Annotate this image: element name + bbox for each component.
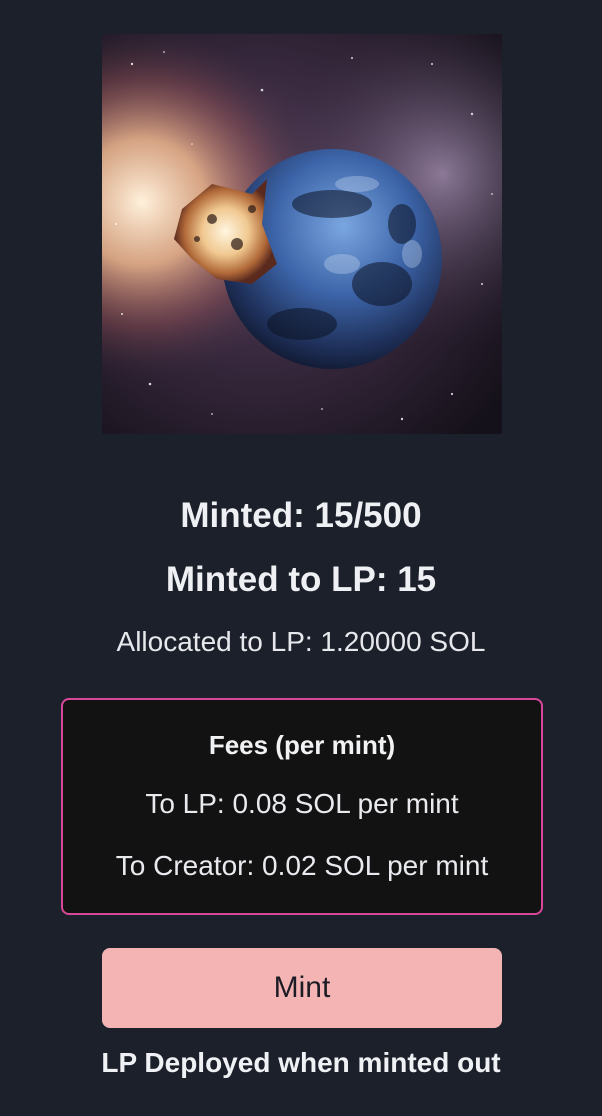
allocated-to-lp: Allocated to LP: 1.20000 SOL xyxy=(116,626,486,657)
fee-to-creator: To Creator: 0.02 SOL per mint xyxy=(115,850,489,881)
minted-to-lp-count: Minted to LP: 15 xyxy=(165,560,437,599)
mint-button[interactable]: Mint xyxy=(102,948,502,1028)
minted-count: Minted: 15/500 xyxy=(180,496,422,535)
fee-to-lp: To LP: 0.08 SOL per mint xyxy=(145,788,459,819)
fees-title: Fees (per mint) xyxy=(208,730,396,760)
mint-page: Minted: 15/500 Minted to LP: 15 Allocate… xyxy=(0,0,602,1116)
fees-panel: Fees (per mint) To LP: 0.08 SOL per mint… xyxy=(61,698,543,915)
nft-artwork-image xyxy=(102,34,502,434)
lp-deploy-note: LP Deployed when minted out xyxy=(101,1047,501,1078)
